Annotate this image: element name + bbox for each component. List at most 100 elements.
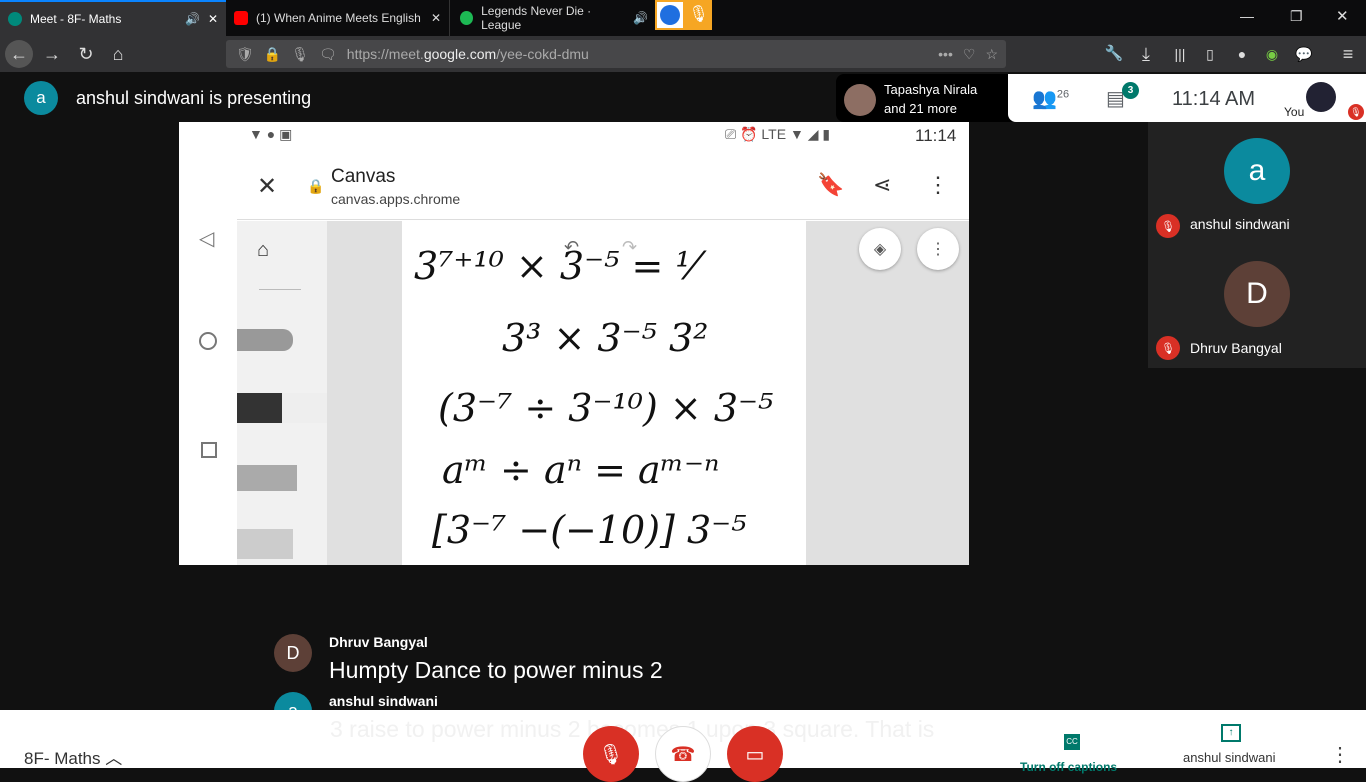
microphone-toggle-button[interactable]: 🎙 xyxy=(583,726,639,782)
phone-time: 11:14 xyxy=(915,126,957,145)
minimize-button[interactable]: — xyxy=(1240,8,1254,24)
home-circle-icon xyxy=(199,332,217,350)
restore-button[interactable]: ❐ xyxy=(1290,8,1303,25)
muted-icon: 🎙 xyxy=(1156,214,1180,238)
url-bar[interactable]: 🛡 🔒 🎙 🗨 https://meet.google.com/yee-cokd… xyxy=(226,40,1006,68)
firefox-icon[interactable] xyxy=(655,0,685,30)
browser-tab-bar: Meet - 8F- Maths 🔊 ✕ (1) When Anime Meet… xyxy=(0,0,1366,36)
tab-youtube[interactable]: (1) When Anime Meets English ✕ xyxy=(226,0,450,36)
caption-text: Humpty Dance to power minus 2 xyxy=(329,657,663,683)
back-button[interactable]: ← xyxy=(5,40,33,68)
participant-avatar xyxy=(844,84,876,116)
recents-square-icon xyxy=(201,442,217,458)
eraser-tool[interactable] xyxy=(237,529,293,559)
speaker-icon[interactable]: 🔊 xyxy=(633,11,648,25)
people-button[interactable]: 👥26 xyxy=(1032,86,1069,111)
more-options-icon[interactable]: ⋮ xyxy=(1330,742,1350,767)
close-tab-icon[interactable]: ✕ xyxy=(208,12,218,26)
muted-icon: 🎙 xyxy=(1156,336,1180,360)
microphone-permission-icon[interactable]: 🎙 xyxy=(291,46,309,63)
app-title: Canvas xyxy=(331,166,396,187)
present-screen-icon[interactable]: ↑ xyxy=(1221,724,1241,742)
participant-name: Tapashya Nirala xyxy=(884,82,978,97)
handwriting-line: 3⁷⁺¹⁰ × 3⁻⁵ = ⅟ xyxy=(414,244,707,288)
reload-button[interactable]: ↻ xyxy=(72,40,100,68)
pen-tool[interactable] xyxy=(237,393,337,423)
tab-meet[interactable]: Meet - 8F- Maths 🔊 ✕ xyxy=(0,0,226,36)
camera-toggle-button[interactable]: ▭ xyxy=(727,726,783,782)
more-vert-icon[interactable]: ⋮ xyxy=(927,172,949,198)
tile-avatar: a xyxy=(1224,138,1290,204)
menu-icon[interactable]: ≡ xyxy=(1334,40,1362,68)
forward-button[interactable]: → xyxy=(38,40,66,68)
tab-title: (1) When Anime Meets English xyxy=(256,11,421,25)
home-button[interactable]: ⌂ xyxy=(104,40,132,68)
download-icon[interactable]: ⤓ xyxy=(1132,40,1160,68)
speaker-icon[interactable]: 🔊 xyxy=(185,12,200,26)
muted-icon: 🎙 xyxy=(1348,104,1364,120)
microphone-indicator-icon[interactable]: 🎙 xyxy=(685,0,712,30)
close-icon[interactable]: ✕ xyxy=(257,172,277,201)
url-text: https://meet.google.com/yee-cokd-dmu xyxy=(346,46,589,62)
library-icon[interactable]: ||| xyxy=(1166,40,1194,68)
clock: 11:14 AM xyxy=(1172,88,1256,110)
meet-top-bar: a anshul sindwani is presenting Tapashya… xyxy=(0,72,1366,124)
hang-up-icon: ☎ xyxy=(670,743,696,766)
status-icons: ⎚ ⏰ LTE ▼ ◢ ▮ xyxy=(725,126,831,142)
leave-call-button[interactable]: ☎ xyxy=(655,726,711,782)
extension-icon[interactable]: ◉ xyxy=(1258,40,1286,68)
caption-avatar: D xyxy=(274,634,312,672)
tab-title: Legends Never Die · League xyxy=(481,4,592,32)
chat-badge: 3 xyxy=(1122,82,1139,99)
tab-title: Meet - 8F- Maths xyxy=(30,12,122,26)
caption-speaker: anshul sindwani xyxy=(329,693,438,709)
bookmark-icon[interactable]: 🔖 xyxy=(817,172,844,198)
handwriting-line: 3³ × 3⁻⁵ 3² xyxy=(502,316,708,360)
people-icon: 👥 xyxy=(1032,88,1057,110)
bookmark-star-icon[interactable]: ☆ xyxy=(985,46,998,63)
participants-summary[interactable]: Tapashya Nirala and 21 more xyxy=(836,74,1012,122)
shared-screen: ◁ ▼ ● ▣ ⎚ ⏰ LTE ▼ ◢ ▮ 11:14 ✕ 🔒 Canvas c… xyxy=(179,122,969,565)
tools-icon[interactable]: 🔧 xyxy=(1100,40,1128,68)
shield-icon[interactable]: 🛡 xyxy=(236,46,254,63)
presenter-avatar: a xyxy=(24,81,58,115)
presenting-label: anshul sindwani xyxy=(1183,750,1276,765)
chevron-up-icon: ︿ xyxy=(105,749,123,768)
chat-extension-icon[interactable]: 💬 xyxy=(1290,40,1318,68)
canvas-more-icon[interactable]: ⋮ xyxy=(917,228,959,270)
comment-icon[interactable]: 🗨 xyxy=(319,46,337,63)
self-avatar[interactable] xyxy=(1306,82,1336,112)
drawing-canvas[interactable]: ↶ ↷ 3⁷⁺¹⁰ × 3⁻⁵ = ⅟ 3³ × 3⁻⁵ 3² (3⁻⁷ ÷ 3… xyxy=(402,221,806,565)
handwriting-line: [3⁻⁷ −(−10)] 3⁻⁵ xyxy=(432,508,746,552)
pencil-tool[interactable] xyxy=(237,329,293,351)
sidebar-icon[interactable]: ▯ xyxy=(1196,40,1224,68)
tab-spotify[interactable]: Legends Never Die · League 🔊 xyxy=(452,0,656,36)
google-meet-icon xyxy=(8,12,22,26)
home-icon[interactable]: ⌂ xyxy=(257,239,269,262)
notification-icons: ▼ ● ▣ xyxy=(249,126,293,142)
you-label: You xyxy=(1284,105,1305,119)
close-tab-icon[interactable]: ✕ xyxy=(431,11,441,25)
participant-tiles: a 🎙 anshul sindwani D 🎙 Dhruv Bangyal xyxy=(1148,122,1366,368)
layers-icon[interactable]: ◈ xyxy=(859,228,901,270)
app-url: canvas.apps.chrome xyxy=(331,191,461,207)
youtube-icon xyxy=(234,11,248,25)
more-actions-icon[interactable]: ••• xyxy=(938,46,953,62)
close-window-button[interactable]: ✕ xyxy=(1336,7,1349,25)
meeting-details-button[interactable]: 8F- Maths ︿ xyxy=(24,744,122,769)
presenting-text: anshul sindwani is presenting xyxy=(76,88,312,108)
pen-toolbar: ⌂ xyxy=(237,221,337,565)
marker-tool[interactable] xyxy=(237,465,297,491)
captions-button[interactable]: Turn off captions xyxy=(1020,760,1117,774)
share-icon[interactable]: ⋖ xyxy=(873,172,891,198)
android-nav: ◁ xyxy=(179,122,237,565)
meeting-name: 8F- Maths xyxy=(24,749,101,768)
back-triangle-icon: ◁ xyxy=(199,228,215,250)
lock-icon[interactable]: 🔒 xyxy=(264,46,281,63)
handwriting-line: aᵐ ÷ aⁿ = aᵐ⁻ⁿ xyxy=(442,448,719,492)
account-icon[interactable]: ● xyxy=(1228,40,1256,68)
people-count: 26 xyxy=(1056,88,1070,101)
lock-icon: 🔒 xyxy=(307,178,325,194)
pocket-icon[interactable]: ♡ xyxy=(963,46,976,63)
spotify-icon xyxy=(460,11,474,25)
